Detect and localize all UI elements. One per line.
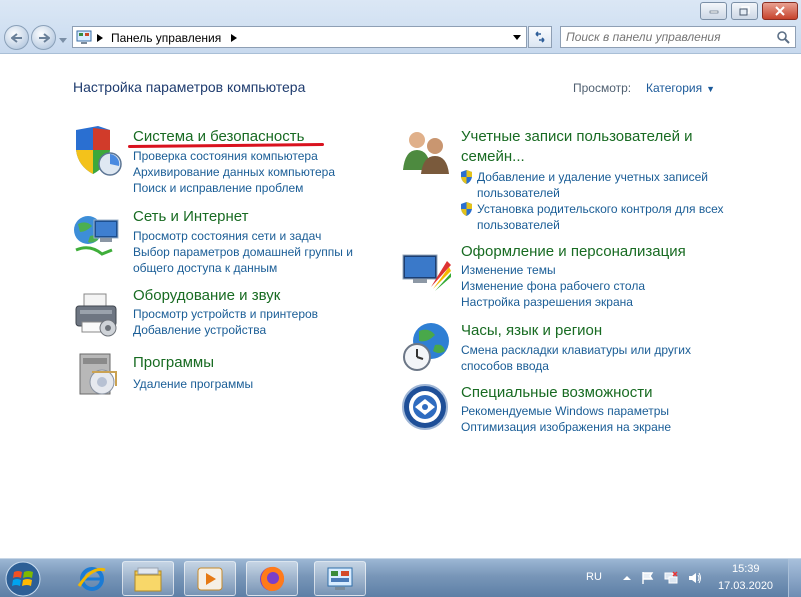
- arrow-right-icon: [38, 32, 50, 43]
- view-by-value[interactable]: Категория: [646, 81, 702, 95]
- view-by-dropdown[interactable]: Категория ▼: [646, 81, 715, 95]
- link-change-desktop-background[interactable]: Изменение фона рабочего стола: [461, 278, 645, 294]
- control-panel-icon: [76, 30, 92, 44]
- link-add-remove-accounts-cont[interactable]: пользователей: [460, 185, 724, 201]
- link-homegroup-options[interactable]: Выбор параметров домашней группы и: [133, 244, 353, 260]
- firefox-icon: [260, 566, 285, 591]
- uac-shield-icon: [461, 202, 472, 216]
- chevron-down-icon[interactable]: ▼: [706, 84, 715, 94]
- security-shield-icon[interactable]: [72, 126, 124, 178]
- link-optimize-display[interactable]: Оптимизация изображения на экране: [461, 419, 671, 435]
- link-add-remove-accounts-text[interactable]: Добавление и удаление учетных записей: [477, 170, 708, 184]
- uac-shield-icon: [461, 170, 472, 184]
- internet-explorer-icon: [77, 566, 106, 591]
- category-links: Изменение темы Изменение фона рабочего с…: [461, 262, 645, 310]
- media-player-icon: [197, 567, 223, 590]
- link-find-fix-problems[interactable]: Поиск и исправление проблем: [133, 180, 335, 196]
- link-change-keyboard[interactable]: Смена раскладки клавиатуры или других: [461, 342, 691, 358]
- back-button[interactable]: [4, 25, 29, 50]
- folder-icon: [134, 567, 162, 591]
- show-hidden-icons-icon[interactable]: [620, 571, 634, 585]
- category-links: Удаление программы: [133, 376, 253, 392]
- category-title-programs[interactable]: Программы: [133, 353, 214, 373]
- start-button[interactable]: [2, 559, 44, 597]
- category-title-network-internet[interactable]: Сеть и Интернет: [133, 207, 249, 227]
- show-desktop-button[interactable]: [788, 559, 801, 597]
- category-links: Просмотр устройств и принтеров Добавлени…: [133, 306, 318, 338]
- taskbar-firefox[interactable]: [246, 561, 298, 596]
- link-network-status[interactable]: Просмотр состояния сети и задач: [133, 228, 353, 244]
- forward-button[interactable]: [31, 25, 56, 50]
- view-by-label: Просмотр:: [573, 81, 632, 95]
- windows-logo-icon: [5, 561, 41, 596]
- clock-globe-icon[interactable]: [401, 321, 453, 373]
- personalization-icon[interactable]: [401, 247, 453, 299]
- clock-time[interactable]: 15:39: [732, 563, 760, 575]
- network-icon[interactable]: [664, 571, 678, 585]
- page-title: Настройка параметров компьютера: [73, 79, 306, 95]
- restore-icon: [739, 6, 750, 16]
- refresh-button[interactable]: [528, 26, 552, 48]
- category-title-user-accounts-cont[interactable]: семейн...: [461, 147, 525, 167]
- taskbar-media-player[interactable]: [184, 561, 236, 596]
- clock-date[interactable]: 17.03.2020: [718, 580, 773, 592]
- link-add-remove-accounts[interactable]: Добавление и удаление учетных записей: [460, 169, 724, 185]
- ease-of-access-icon[interactable]: [401, 383, 453, 435]
- action-center-flag-icon[interactable]: [640, 571, 654, 585]
- programs-icon[interactable]: [72, 350, 124, 402]
- category-links: Добавление и удаление учетных записей по…: [460, 169, 724, 233]
- minimize-button[interactable]: [700, 2, 727, 20]
- category-title-clock-language-region[interactable]: Часы, язык и регион: [461, 321, 602, 341]
- link-devices-printers[interactable]: Просмотр устройств и принтеров: [133, 306, 318, 322]
- category-title-ease-of-access[interactable]: Специальные возможности: [461, 383, 653, 403]
- close-icon: [775, 6, 785, 16]
- link-add-device[interactable]: Добавление устройства: [133, 322, 318, 338]
- taskbar: RU 15:39 17.03.2020: [0, 558, 801, 597]
- breadcrumb-arrow-icon[interactable]: [97, 34, 103, 42]
- link-parental-controls-cont[interactable]: пользователей: [460, 217, 724, 233]
- link-homegroup-options-cont[interactable]: общего доступа к данным: [133, 260, 353, 276]
- taskbar-control-panel[interactable]: [314, 561, 366, 596]
- link-parental-controls-text[interactable]: Установка родительского контроля для все…: [477, 202, 724, 216]
- address-bar[interactable]: Панель управления: [72, 26, 527, 48]
- link-change-keyboard-cont[interactable]: способов ввода: [461, 358, 691, 374]
- category-title-appearance[interactable]: Оформление и персонализация: [461, 242, 686, 262]
- network-globe-icon[interactable]: [72, 210, 124, 262]
- search-input[interactable]: [561, 27, 771, 47]
- printer-icon[interactable]: [72, 288, 124, 340]
- taskbar-ie[interactable]: [66, 561, 118, 596]
- category-links: Рекомендуемые Windows параметры Оптимиза…: [461, 403, 671, 435]
- category-title-user-accounts[interactable]: Учетные записи пользователей и: [461, 127, 693, 147]
- volume-icon[interactable]: [688, 571, 702, 585]
- taskbar-explorer[interactable]: [122, 561, 174, 596]
- close-button[interactable]: [762, 2, 798, 20]
- history-dropdown-button[interactable]: [59, 33, 69, 43]
- category-links: Смена раскладки клавиатуры или других сп…: [461, 342, 691, 374]
- link-parental-controls[interactable]: Установка родительского контроля для все…: [460, 201, 724, 217]
- address-dropdown-icon[interactable]: [513, 35, 521, 41]
- users-icon[interactable]: [401, 126, 453, 178]
- breadcrumb-arrow-icon[interactable]: [231, 34, 237, 42]
- arrow-left-icon: [10, 32, 22, 43]
- chevron-down-icon: [59, 38, 67, 43]
- maximize-button[interactable]: [731, 2, 758, 20]
- window-titlebar: Панель управления: [0, 0, 801, 54]
- link-recommended-settings[interactable]: Рекомендуемые Windows параметры: [461, 403, 671, 419]
- category-links: Просмотр состояния сети и задач Выбор па…: [133, 228, 353, 276]
- link-change-theme[interactable]: Изменение темы: [461, 262, 645, 278]
- minimize-icon: [709, 10, 718, 14]
- search-box[interactable]: [560, 26, 796, 48]
- category-links: Проверка состояния компьютера Архивирова…: [133, 148, 335, 196]
- link-screen-resolution[interactable]: Настройка разрешения экрана: [461, 294, 645, 310]
- refresh-icon: [535, 31, 545, 43]
- breadcrumb-control-panel[interactable]: Панель управления: [111, 31, 221, 45]
- control-panel-icon: [327, 567, 353, 590]
- link-check-computer-status[interactable]: Проверка состояния компьютера: [133, 148, 335, 164]
- link-backup-computer[interactable]: Архивирование данных компьютера: [133, 164, 335, 180]
- language-indicator[interactable]: RU: [586, 571, 602, 583]
- link-uninstall-program[interactable]: Удаление программы: [133, 376, 253, 392]
- search-icon[interactable]: [776, 30, 790, 44]
- category-title-hardware-sound[interactable]: Оборудование и звук: [133, 286, 280, 306]
